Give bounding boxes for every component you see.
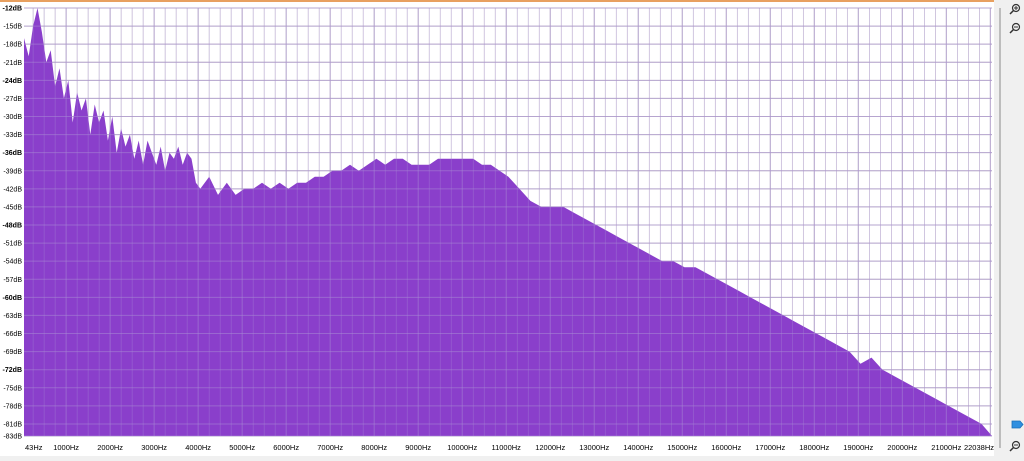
y-tick-label: -54dB <box>3 259 22 266</box>
x-tick-label: 1000Hz <box>53 443 79 452</box>
x-tick-label: 3000Hz <box>141 443 167 452</box>
y-tick-label: -33dB <box>3 132 22 139</box>
x-tick-label: 6000Hz <box>273 443 299 452</box>
x-tick-label: 4000Hz <box>185 443 211 452</box>
x-tick-label: 17000Hz <box>755 443 785 452</box>
zoom-in-icon[interactable] <box>1009 3 1021 15</box>
y-tick-label: -24dB <box>3 78 22 85</box>
x-tick-label: 18000Hz <box>799 443 829 452</box>
y-tick-label: -60dB <box>3 295 22 302</box>
y-tick-label: -21dB <box>3 60 22 67</box>
x-tick-label: 12000Hz <box>535 443 565 452</box>
x-tick-label: 43Hz <box>25 443 43 452</box>
x-tick-label: 16000Hz <box>711 443 741 452</box>
x-tick-label: 13000Hz <box>579 443 609 452</box>
y-tick-label: -51dB <box>3 241 22 248</box>
y-tick-label: -45dB <box>3 204 22 211</box>
x-tick-label: 11000Hz <box>491 443 521 452</box>
x-tick-label: 5000Hz <box>229 443 255 452</box>
y-tick-label: -15dB <box>3 24 22 31</box>
y-tick-label: -81dB <box>3 421 22 428</box>
x-tick-label: 14000Hz <box>623 443 653 452</box>
y-tick-label: -63dB <box>3 313 22 320</box>
y-tick-label: -69dB <box>3 349 22 356</box>
x-tick-label: 8000Hz <box>361 443 387 452</box>
x-tick-label: 20000Hz <box>887 443 917 452</box>
x-tick-label: 22038Hz <box>964 443 994 452</box>
y-tick-label: -27dB <box>3 96 22 103</box>
side-panel <box>994 0 1024 456</box>
y-tick-label: -75dB <box>3 385 22 392</box>
zoom-in-icon-lower[interactable] <box>1009 22 1021 34</box>
x-tick-label: 21000Hz <box>931 443 961 452</box>
y-tick-label: -12dB <box>3 6 22 13</box>
x-tick-label: 15000Hz <box>667 443 697 452</box>
x-tick-label: 19000Hz <box>843 443 873 452</box>
x-tick-label: 7000Hz <box>317 443 343 452</box>
y-tick-label: -36dB <box>3 150 22 157</box>
y-tick-label: -39dB <box>3 168 22 175</box>
y-tick-label: -42dB <box>3 186 22 193</box>
zoom-out-icon[interactable] <box>1009 440 1021 452</box>
x-tick-label: 10000Hz <box>447 443 477 452</box>
spectrum-plot: -12dB -15dB -18dB -21dB -24dB -27dB -30dB -33dB… <box>0 0 1024 456</box>
slider-handle-icon[interactable] <box>1011 420 1024 429</box>
x-tick-label: 2000Hz <box>97 443 123 452</box>
y-tick-label: -72dB <box>3 367 22 374</box>
y-tick-label: -78dB <box>3 403 22 410</box>
y-tick-label: -66dB <box>3 331 22 338</box>
y-tick-label: -30dB <box>3 114 22 121</box>
x-tick-label: 9000Hz <box>405 443 431 452</box>
y-tick-label: -57dB <box>3 277 22 284</box>
y-tick-label: -18dB <box>3 42 22 49</box>
y-tick-label: -48dB <box>3 223 22 230</box>
y-tick-label: -83dB <box>3 434 22 441</box>
